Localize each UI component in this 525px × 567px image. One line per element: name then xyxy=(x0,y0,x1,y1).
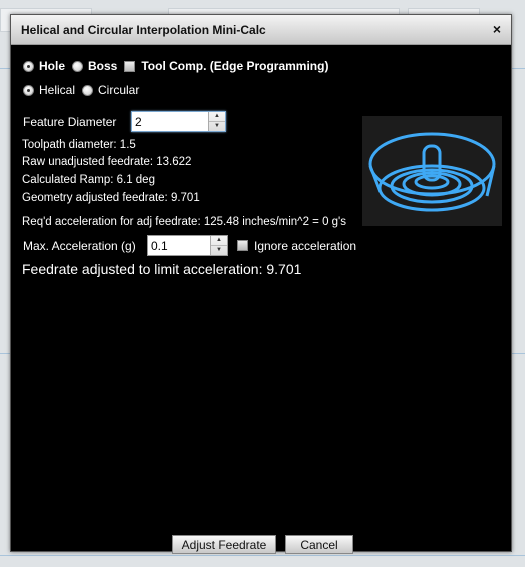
spinner-up-icon[interactable]: ▲ xyxy=(209,112,225,122)
max-acceleration-row: Max. Acceleration (g) ▲ ▼ Ignore acceler… xyxy=(23,235,356,256)
boss-label: Boss xyxy=(88,59,118,73)
required-acceleration-text: Req'd acceleration for adj feedrate: 125… xyxy=(22,216,346,228)
hole-radio[interactable] xyxy=(23,60,34,72)
circular-label: Circular xyxy=(98,83,140,97)
feature-diameter-input[interactable] xyxy=(132,112,208,131)
circular-radio[interactable] xyxy=(82,84,94,96)
toolpath-diameter-text: Toolpath diameter: 1.5 xyxy=(22,139,136,151)
feature-diameter-label: Feature Diameter xyxy=(23,114,117,129)
geometry-feedrate-text: Geometry adjusted feedrate: 9.701 xyxy=(22,192,200,204)
max-acceleration-label: Max. Acceleration (g) xyxy=(23,238,136,253)
boss-radio[interactable] xyxy=(72,60,84,72)
helical-radio[interactable] xyxy=(23,84,34,96)
max-acceleration-input[interactable] xyxy=(148,236,210,255)
feature-diameter-spinner[interactable]: ▲ ▼ xyxy=(131,111,226,132)
spinner-up-icon[interactable]: ▲ xyxy=(211,236,227,246)
raw-feedrate-text: Raw unadjusted feedrate: 13.622 xyxy=(22,156,192,168)
ignore-acceleration-label: Ignore acceleration xyxy=(254,238,357,253)
tool-comp-label: Tool Comp. (Edge Programming) xyxy=(141,59,329,73)
mini-calc-dialog: Helical and Circular Interpolation Mini-… xyxy=(10,14,512,554)
interpolation-row: Helical Circular xyxy=(23,83,146,97)
spinner-down-icon[interactable]: ▼ xyxy=(209,122,225,131)
spinner-down-icon[interactable]: ▼ xyxy=(211,246,227,255)
helical-toolpath-icon xyxy=(368,132,496,212)
feature-diameter-row: Feature Diameter ▲ ▼ xyxy=(23,111,226,132)
dialog-titlebar[interactable]: Helical and Circular Interpolation Mini-… xyxy=(11,15,511,45)
adjust-feedrate-button[interactable]: Adjust Feedrate xyxy=(172,535,276,554)
max-acceleration-spinner[interactable]: ▲ ▼ xyxy=(147,235,228,256)
tool-comp-checkbox[interactable] xyxy=(124,60,136,72)
final-feedrate-text: Feedrate adjusted to limit acceleration:… xyxy=(22,261,302,277)
hole-label: Hole xyxy=(39,59,66,73)
close-icon[interactable]: × xyxy=(493,21,501,37)
ignore-acceleration-checkbox[interactable] xyxy=(237,240,248,251)
dialog-title: Helical and Circular Interpolation Mini-… xyxy=(21,23,266,37)
cancel-button[interactable]: Cancel xyxy=(285,535,353,554)
feature-type-row: Hole Boss Tool Comp. (Edge Programming) xyxy=(23,59,335,73)
helical-label: Helical xyxy=(39,83,76,97)
calculated-ramp-text: Calculated Ramp: 6.1 deg xyxy=(22,174,155,186)
toolpath-preview xyxy=(362,116,502,226)
background-divider xyxy=(0,555,525,556)
